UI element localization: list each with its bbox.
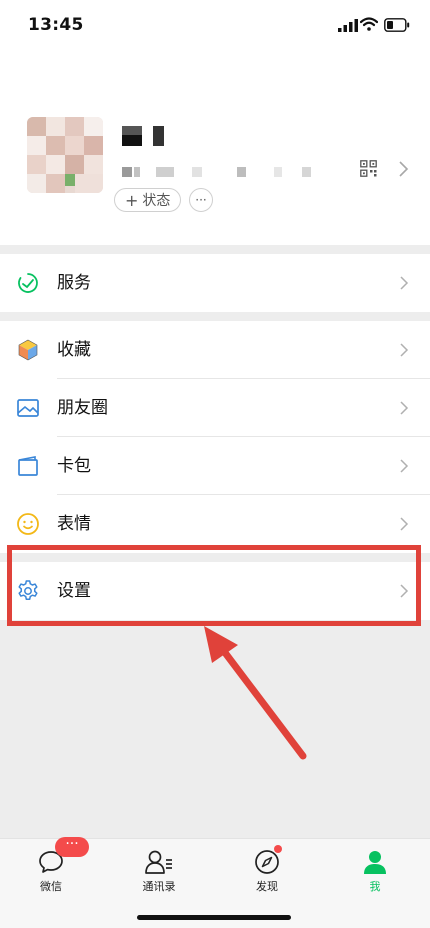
menu-item-label: 表情 xyxy=(57,514,91,534)
favorites-cube-icon xyxy=(18,339,38,361)
home-indicator xyxy=(137,915,291,920)
menu-item-label: 卡包 xyxy=(57,456,91,476)
menu-item-label: 朋友圈 xyxy=(57,398,108,418)
chevron-right-icon xyxy=(400,343,409,357)
unread-badge: ··· xyxy=(55,837,89,857)
tab-discover[interactable]: 发现 xyxy=(232,849,302,899)
chevron-right-icon xyxy=(400,401,409,415)
card-wallet-icon xyxy=(18,456,38,476)
menu-item-label: 收藏 xyxy=(57,340,91,360)
notification-dot xyxy=(274,845,282,853)
chevron-right-icon[interactable] xyxy=(398,160,410,178)
chevron-right-icon xyxy=(400,517,409,531)
tab-label: 通讯录 xyxy=(142,880,176,893)
battery-icon xyxy=(384,18,410,32)
signal-icon xyxy=(338,19,358,32)
avatar[interactable] xyxy=(27,117,103,193)
smiley-icon xyxy=(17,513,39,535)
wifi-icon xyxy=(360,17,378,31)
wechat-id xyxy=(122,167,311,177)
menu-item-label: 服务 xyxy=(57,273,91,293)
moments-image-icon xyxy=(17,399,39,417)
annotation-highlight-box xyxy=(7,545,421,626)
contacts-icon xyxy=(145,850,172,874)
qr-code-icon[interactable] xyxy=(360,160,377,177)
plus-icon: + xyxy=(125,190,139,210)
profile-name xyxy=(122,126,164,146)
services-icon xyxy=(18,273,38,293)
person-icon xyxy=(364,851,386,874)
tab-contacts[interactable]: 通讯录 xyxy=(124,849,194,899)
more-button[interactable]: ··· xyxy=(189,188,213,212)
menu-item-services[interactable]: 服务 xyxy=(0,254,430,312)
more-icon: ··· xyxy=(195,193,207,207)
add-status-label: 状态 xyxy=(142,193,171,209)
annotation-arrow xyxy=(204,626,307,760)
status-time: 13:45 xyxy=(28,15,84,35)
menu-item-card-wallet[interactable]: 卡包 xyxy=(0,437,430,495)
chevron-right-icon xyxy=(400,459,409,473)
tab-label: 微信 xyxy=(40,880,62,893)
menu-item-favorites[interactable]: 收藏 xyxy=(0,321,430,379)
chevron-right-icon xyxy=(400,276,409,290)
menu-item-moments[interactable]: 朋友圈 xyxy=(0,379,430,437)
tab-label: 我 xyxy=(369,880,381,893)
tab-me[interactable]: 我 xyxy=(340,849,410,899)
add-status-button[interactable]: + 状态 xyxy=(114,188,182,212)
tab-label: 发现 xyxy=(256,880,278,893)
